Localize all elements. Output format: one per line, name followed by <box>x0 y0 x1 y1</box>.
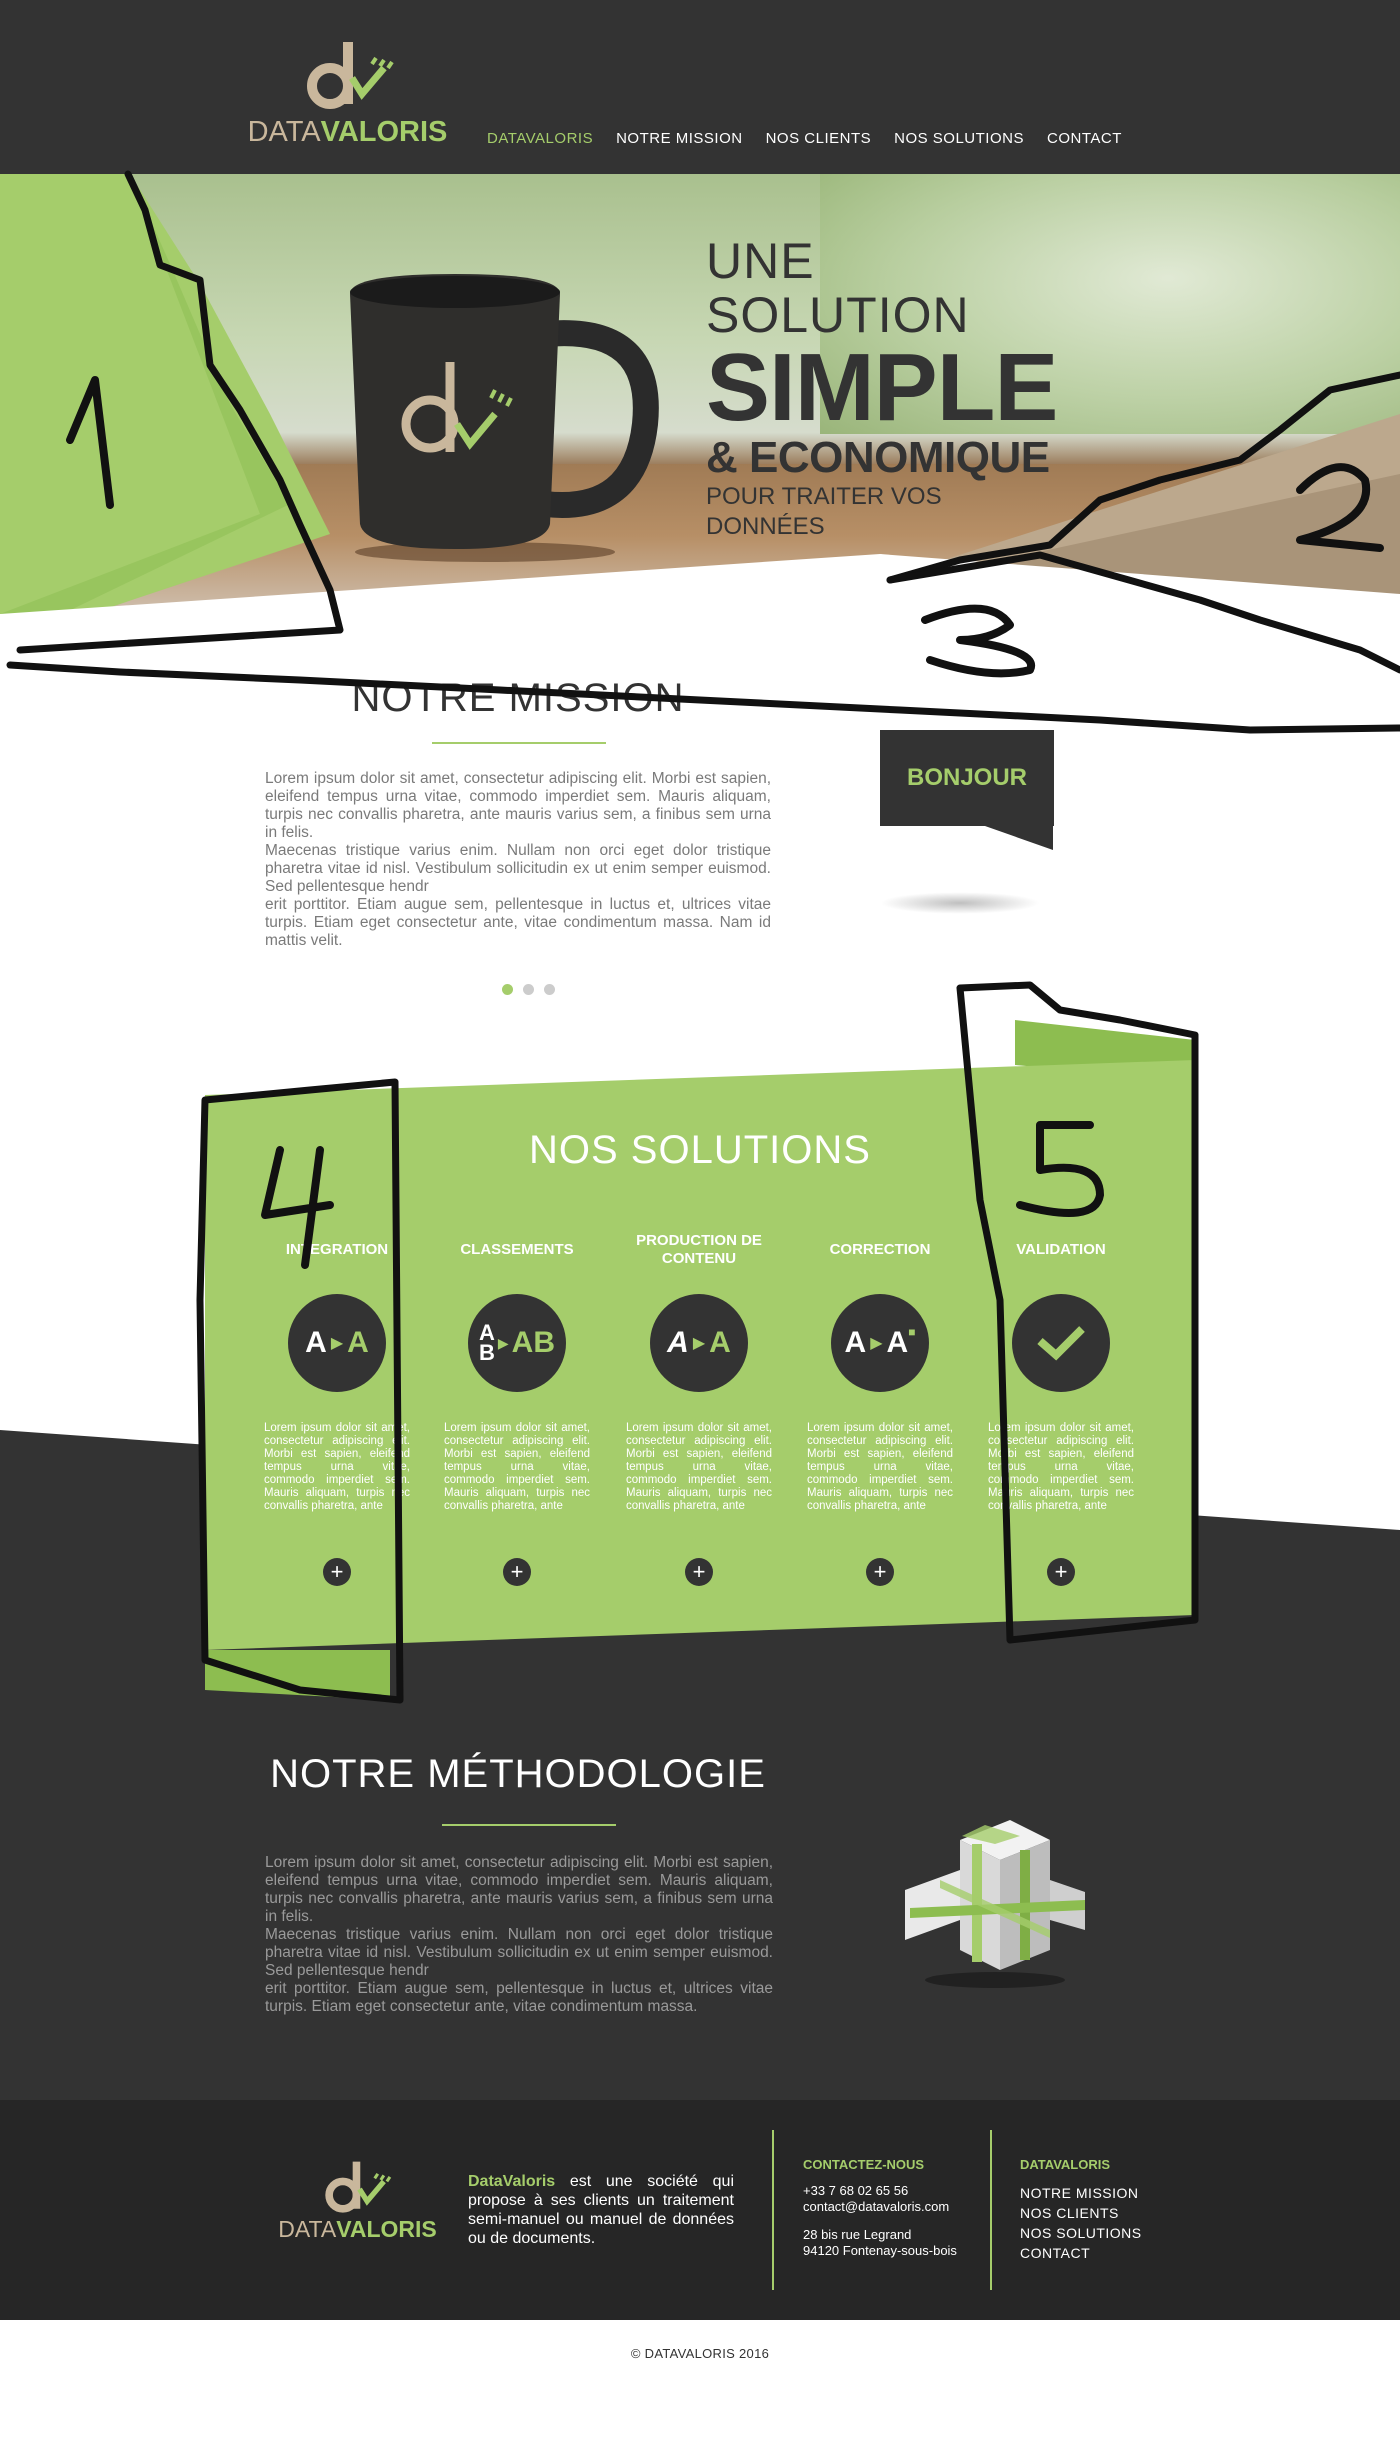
footer-divider <box>990 2130 992 2290</box>
solution-text: Lorem ipsum dolor sit amet, consectetur … <box>626 1422 772 1512</box>
methodologie-paragraph-1: Lorem ipsum dolor sit amet, consectetur … <box>265 1854 773 1925</box>
a-correct-icon: A ▶ A ■ <box>831 1294 929 1392</box>
footer-logo[interactable]: DATAVALORIS <box>275 2158 440 2258</box>
solution-title: PRODUCTION DE CONTENU <box>636 1232 762 1267</box>
footer-link-contact[interactable]: CONTACT <box>1020 2243 1142 2263</box>
methodologie-paragraph-3: erit porttitor. Etiam augue sem, pellent… <box>265 1980 773 2015</box>
more-plus-button[interactable]: + <box>1047 1558 1075 1586</box>
footer-wordmark: DATAVALORIS <box>278 2216 437 2242</box>
methodologie-paragraph-2: Maecenas tristique varius enim. Nullam n… <box>265 1926 773 1979</box>
ab-sort-icon: A B ▶ AB <box>468 1294 566 1392</box>
footer-link-nos-solutions[interactable]: NOS SOLUTIONS <box>1020 2223 1142 2243</box>
solutions-background <box>0 1020 1400 2100</box>
contact-phone[interactable]: +33 7 68 02 65 56 <box>803 2183 957 2199</box>
solution-text: Lorem ipsum dolor sit amet, consectetur … <box>988 1422 1134 1512</box>
contact-title: CONTACTEZ-NOUS <box>803 2157 925 2172</box>
solution-card-validation: VALIDATION Lorem ipsum dolor sit amet, c… <box>988 1228 1134 1586</box>
solution-card-production: PRODUCTION DE CONTENU A ▶ A Lorem ipsum do… <box>626 1228 772 1586</box>
footer-links-title: DATAVALORIS <box>1020 2157 1111 2172</box>
a-produce-icon: A ▶ A <box>650 1294 748 1392</box>
more-plus-button[interactable]: + <box>685 1558 713 1586</box>
footer-link-nos-clients[interactable]: NOS CLIENTS <box>1020 2203 1142 2223</box>
solution-title: VALIDATION <box>1016 1241 1106 1258</box>
methodologie-divider <box>442 1824 616 1826</box>
more-plus-button[interactable]: + <box>323 1558 351 1586</box>
solution-card-classements: CLASSEMENTS A B ▶ AB Lorem ipsum dolor sit … <box>444 1228 590 1586</box>
copyright: © DATAVALORIS 2016 <box>630 2346 770 2361</box>
solution-text: Lorem ipsum dolor sit amet, consectetur … <box>444 1422 590 1512</box>
footer-link-notre-mission[interactable]: NOTRE MISSION <box>1020 2183 1142 2203</box>
footer-divider <box>772 2130 774 2290</box>
footer-contact: +33 7 68 02 65 56 contact@datavaloris.co… <box>803 2183 957 2259</box>
puzzle-cube-image <box>905 1820 1085 1988</box>
logo-mark-icon <box>325 2161 392 2213</box>
solution-title: INTEGRATION <box>285 1241 389 1258</box>
solution-title: CLASSEMENTS <box>460 1241 574 1258</box>
solutions-title: NOS SOLUTIONS <box>529 1128 871 1172</box>
methodologie-text: Lorem ipsum dolor sit amet, consectetur … <box>265 1854 773 2016</box>
methodologie-title: NOTRE MÉTHODOLOGIE <box>270 1752 766 1796</box>
solution-text: Lorem ipsum dolor sit amet, consectetur … <box>264 1422 410 1512</box>
contact-address-1: 28 bis rue Legrand <box>803 2227 912 2242</box>
footer-about: DataValoris est une société qui propose … <box>468 2172 734 2248</box>
a-to-a-icon: A ▶ A <box>288 1294 386 1392</box>
solution-card-integration: INTEGRATION A ▶ A Lorem ipsum dolor sit am… <box>264 1228 410 1586</box>
more-plus-button[interactable]: + <box>866 1558 894 1586</box>
footer-links: NOTRE MISSION NOS CLIENTS NOS SOLUTIONS … <box>1020 2183 1142 2263</box>
contact-email[interactable]: contact@datavaloris.com <box>803 2199 957 2215</box>
footer-about-brand: DataValoris <box>468 2173 556 2190</box>
contact-address-2: 94120 Fontenay-sous-bois <box>803 2243 957 2258</box>
more-plus-button[interactable]: + <box>503 1558 531 1586</box>
solution-card-correction: CORRECTION A ▶ A ■ Lorem ipsum dolor sit am… <box>807 1228 953 1586</box>
solution-text: Lorem ipsum dolor sit amet, consectetur … <box>807 1422 953 1512</box>
solution-title: CORRECTION <box>829 1241 931 1258</box>
checkmark-icon <box>1012 1294 1110 1392</box>
